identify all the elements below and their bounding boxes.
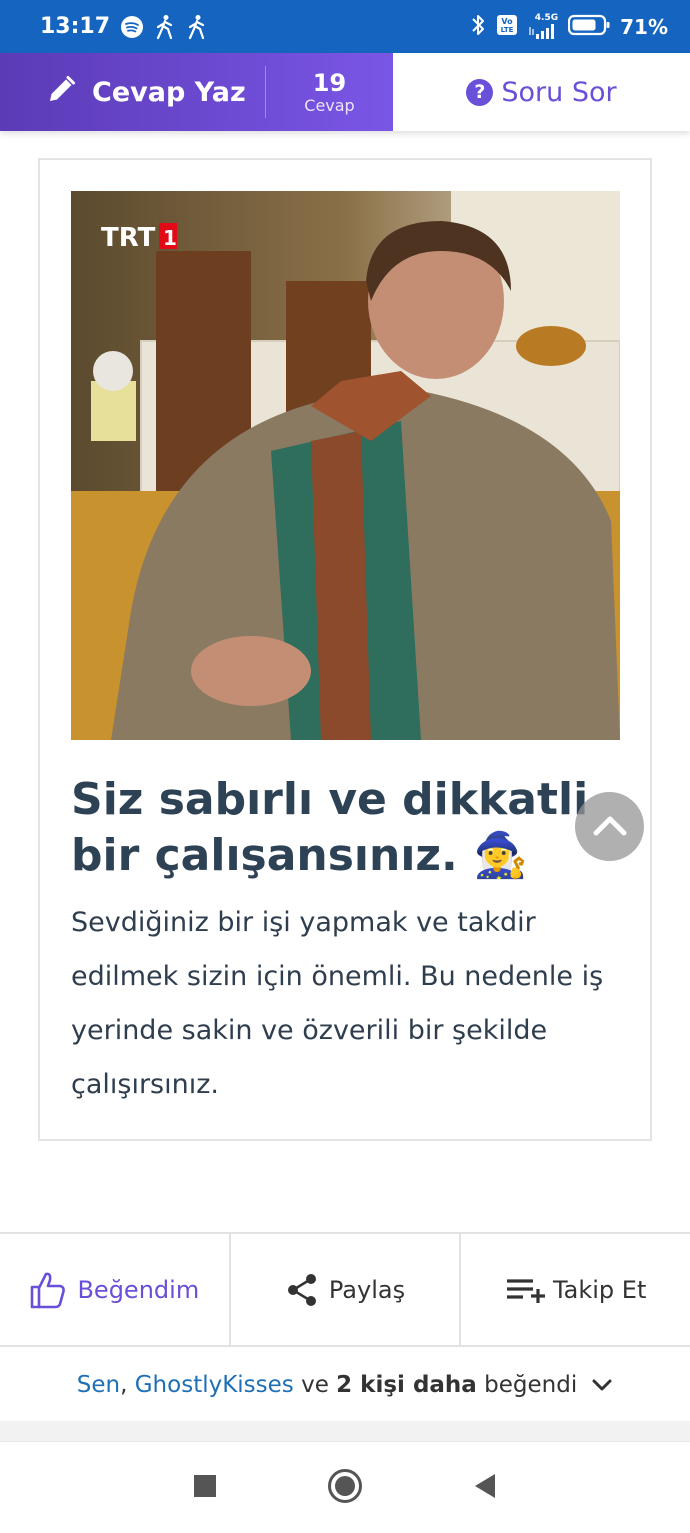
write-answer-label: Cevap Yaz bbox=[92, 76, 246, 108]
home-circle-icon[interactable] bbox=[327, 1468, 363, 1508]
like-label: Beğendim bbox=[77, 1275, 200, 1304]
scroll-top-button[interactable] bbox=[575, 792, 644, 861]
walking-icon bbox=[154, 14, 176, 40]
svg-text:Vo: Vo bbox=[502, 17, 514, 26]
section-gap bbox=[0, 1421, 690, 1441]
thumbs-up-icon bbox=[29, 1270, 67, 1310]
recents-square-icon[interactable] bbox=[193, 1474, 217, 1502]
likes-summary[interactable]: Sen , GhostlyKisses ve 2 kişi daha beğen… bbox=[0, 1349, 690, 1421]
answer-block: Cevap Yaz 19 Cevap bbox=[0, 53, 393, 131]
ask-question-label: Soru Sor bbox=[501, 76, 617, 108]
back-triangle-icon[interactable] bbox=[473, 1473, 497, 1503]
question-icon: ? bbox=[466, 78, 494, 106]
write-answer-button[interactable]: Cevap Yaz bbox=[0, 53, 265, 131]
battery-icon bbox=[568, 14, 610, 40]
result-image: TRT 1 bbox=[71, 191, 620, 740]
svg-text:1: 1 bbox=[163, 226, 177, 250]
status-time: 13:17 bbox=[40, 14, 111, 39]
answer-count-number: 19 bbox=[312, 68, 347, 97]
liker-suffix: beğendi bbox=[484, 1372, 578, 1398]
share-icon bbox=[285, 1272, 319, 1308]
result-card: TRT 1 Siz sabırlı ve dikkatli bir çalışa… bbox=[38, 158, 652, 1141]
ask-question-button[interactable]: ? Soru Sor bbox=[393, 53, 690, 131]
svg-text:LTE: LTE bbox=[501, 26, 514, 34]
follow-button[interactable]: Takip Et bbox=[459, 1234, 690, 1345]
liker-count: 2 kişi daha bbox=[336, 1372, 477, 1398]
share-label: Paylaş bbox=[328, 1275, 406, 1304]
follow-label: Takip Et bbox=[552, 1275, 647, 1304]
spotify-icon bbox=[120, 15, 144, 39]
like-button[interactable]: Beğendim bbox=[0, 1234, 229, 1345]
result-description: Sevdiğiniz bir işi yapmak ve takdir edil… bbox=[71, 907, 604, 1100]
system-nav-bar bbox=[0, 1441, 690, 1533]
top-action-bar: Cevap Yaz 19 Cevap ? Soru Sor bbox=[0, 53, 690, 131]
liker-and: ve bbox=[301, 1372, 329, 1398]
status-bar: 13:17 Vo LTE 4.5G 71% bbox=[0, 0, 690, 53]
answer-count-label: Cevap bbox=[304, 95, 355, 115]
walking-icon-2 bbox=[186, 14, 208, 40]
volte-icon: Vo LTE bbox=[496, 14, 518, 40]
battery-percent: 71% bbox=[620, 14, 668, 39]
playlist-add-icon bbox=[505, 1275, 549, 1305]
network-type: 4.5G bbox=[534, 13, 559, 23]
pencil-icon bbox=[46, 75, 76, 109]
bluetooth-icon bbox=[470, 13, 486, 41]
liker-user[interactable]: GhostlyKisses bbox=[135, 1372, 294, 1398]
chevron-up-icon bbox=[592, 813, 628, 841]
chevron-down-icon[interactable] bbox=[591, 1378, 613, 1392]
signal-icon: 4.5G bbox=[528, 14, 558, 39]
liker-separator: , bbox=[120, 1372, 128, 1398]
share-button[interactable]: Paylaş bbox=[228, 1234, 460, 1345]
answer-count[interactable]: 19 Cevap bbox=[266, 70, 393, 115]
result-title: Siz sabırlı ve dikkatli bir çalışansınız… bbox=[71, 774, 589, 881]
svg-text:TRT: TRT bbox=[101, 223, 156, 253]
liker-self[interactable]: Sen bbox=[77, 1372, 120, 1398]
action-row: Beğendim Paylaş Takip Et bbox=[0, 1232, 690, 1347]
